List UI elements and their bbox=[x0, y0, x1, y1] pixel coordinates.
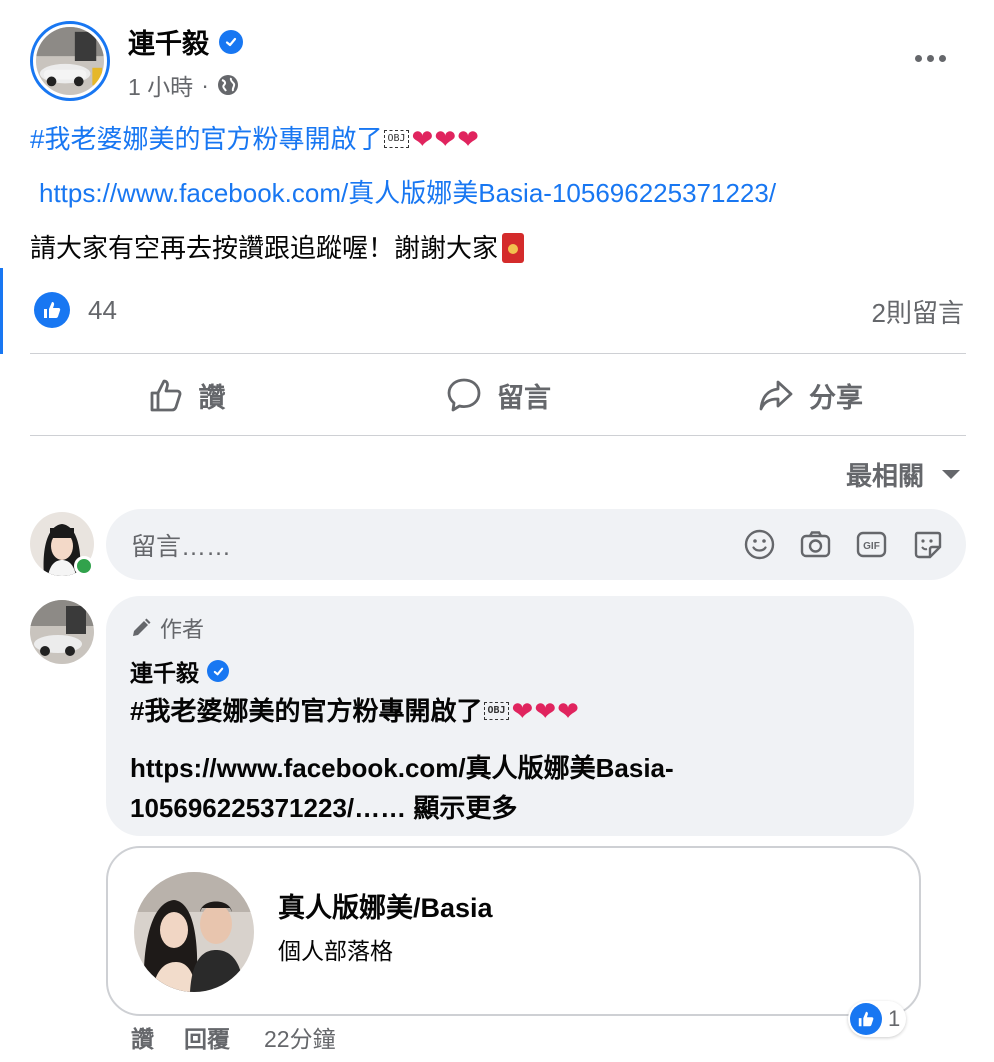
obj-placeholder-glyph: OBJ bbox=[384, 130, 409, 148]
emoji-icon[interactable] bbox=[743, 528, 776, 561]
see-more-link[interactable]: 顯示更多 bbox=[413, 793, 517, 823]
comment-input[interactable]: 留言…… GIF bbox=[106, 509, 966, 580]
comment-link: https://www.facebook.com/真人版娜美Basia- 105… bbox=[130, 753, 674, 823]
camera-icon[interactable] bbox=[799, 528, 832, 561]
preview-title[interactable]: 真人版娜美/Basia bbox=[278, 886, 493, 925]
preview-subtitle: 個人部落格 bbox=[278, 938, 393, 964]
comment-reaction-summary[interactable]: 1 bbox=[848, 1001, 907, 1037]
divider bbox=[30, 353, 966, 354]
post-meta: 1 小時 · bbox=[128, 68, 239, 102]
author-name[interactable]: 連千毅 bbox=[128, 22, 243, 61]
comment-count[interactable]: 2則留言 bbox=[872, 293, 964, 330]
like-reaction-icon bbox=[850, 1003, 882, 1035]
preview-image bbox=[134, 872, 254, 992]
focus-indicator bbox=[0, 268, 3, 354]
share-icon bbox=[759, 380, 793, 411]
commenter-avatar[interactable] bbox=[30, 600, 94, 664]
like-count: 44 bbox=[88, 294, 117, 325]
pencil-icon bbox=[133, 618, 151, 636]
online-status-dot bbox=[74, 556, 94, 576]
caret-down-icon bbox=[942, 470, 960, 479]
heart-emoji: ❤ bbox=[434, 124, 457, 154]
globe-icon[interactable] bbox=[217, 74, 239, 96]
verified-icon bbox=[219, 29, 243, 54]
comment-text: #我老婆娜美的官方粉專開啟了 OBJ ❤ ❤ ❤ bbox=[130, 696, 579, 726]
comment-reaction-count: 1 bbox=[888, 1006, 901, 1031]
svg-text:GIF: GIF bbox=[863, 541, 880, 552]
obj-placeholder-glyph: OBJ bbox=[484, 702, 509, 720]
comment-actions: 讚 回覆 22分鐘 bbox=[131, 1020, 336, 1054]
author-avatar[interactable] bbox=[30, 21, 110, 101]
comment-sort-dropdown[interactable]: 最相關 bbox=[846, 456, 960, 493]
verified-icon bbox=[207, 660, 229, 682]
comment-reply-button[interactable]: 回覆 bbox=[184, 1020, 230, 1054]
like-icon bbox=[150, 379, 181, 412]
comment-time[interactable]: 22分鐘 bbox=[264, 1020, 336, 1054]
comment-like-button[interactable]: 讚 bbox=[131, 1020, 154, 1054]
share-button[interactable]: 分享 bbox=[654, 355, 966, 435]
heart-emoji: ❤ bbox=[411, 124, 434, 154]
like-reaction-icon bbox=[34, 292, 70, 328]
reaction-summary[interactable]: 44 bbox=[34, 292, 117, 328]
post-time[interactable]: 1 小時 bbox=[128, 68, 193, 102]
heart-emoji: ❤ bbox=[534, 696, 557, 726]
author-tag: 作者 bbox=[130, 612, 890, 644]
like-button[interactable]: 讚 bbox=[30, 355, 342, 435]
divider bbox=[30, 435, 966, 436]
commenter-name[interactable]: 連千毅 bbox=[130, 654, 890, 688]
gif-icon[interactable]: GIF bbox=[855, 528, 888, 561]
link-preview-card[interactable]: 真人版娜美/Basia 個人部落格 bbox=[106, 846, 921, 1016]
post-link[interactable]: https://www.facebook.com/真人版娜美Basia-1056… bbox=[39, 175, 776, 211]
red-envelope-emoji bbox=[502, 233, 525, 263]
heart-emoji: ❤ bbox=[511, 696, 534, 726]
heart-emoji: ❤ bbox=[557, 696, 579, 726]
comment-icon bbox=[447, 378, 481, 412]
post-hashtag-line[interactable]: #我老婆娜美的官方粉專開啟了 OBJ ❤ ❤ ❤ bbox=[30, 121, 479, 157]
action-bar: 讚 留言 分享 bbox=[30, 355, 966, 435]
sticker-icon[interactable] bbox=[911, 528, 944, 561]
heart-emoji: ❤ bbox=[457, 124, 479, 154]
more-icon[interactable] bbox=[905, 40, 955, 76]
comment-button[interactable]: 留言 bbox=[342, 355, 654, 435]
post-text-line: 請大家有空再去按讚跟追蹤喔！謝謝大家 bbox=[30, 230, 525, 266]
comment-bubble: 作者 連千毅 #我老婆娜美的官方粉專開啟了 OBJ ❤ ❤ ❤ https://… bbox=[106, 596, 914, 836]
